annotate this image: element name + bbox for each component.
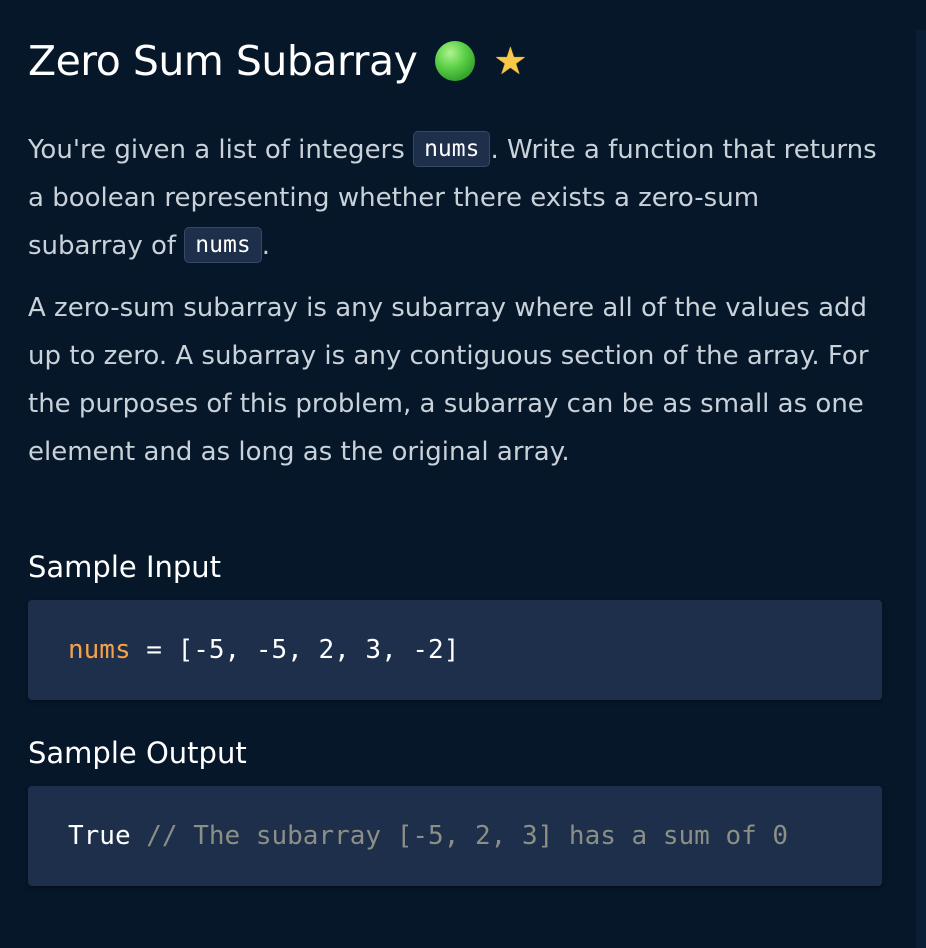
sample-input-section: Sample Input nums = [-5, -5, 2, 3, -2] — [28, 550, 926, 700]
inline-code: nums — [413, 131, 491, 167]
sample-output-code: True // The subarray [-5, 2, 3] has a su… — [28, 786, 882, 886]
description-text: . — [261, 231, 270, 261]
code-value: [-5, -5, 2, 3, -2] — [177, 635, 460, 665]
sample-input-heading: Sample Input — [28, 550, 222, 584]
star-icon[interactable]: ★ — [493, 42, 527, 80]
problem-page: Zero Sum Subarray ★ You're given a list … — [0, 30, 926, 948]
sample-input-code: nums = [-5, -5, 2, 3, -2] — [28, 600, 882, 700]
description-text: You're given a list of integers — [28, 135, 414, 165]
scrollbar-track[interactable] — [916, 30, 926, 948]
sample-output-section: Sample Output True // The subarray [-5, … — [28, 736, 926, 886]
code-operator: = — [130, 635, 178, 665]
inline-code: nums — [184, 227, 262, 263]
sample-output-heading: Sample Output — [28, 736, 247, 770]
problem-title: Zero Sum Subarray — [28, 37, 418, 85]
code-comment: // The subarray [-5, 2, 3] has a sum of … — [130, 821, 789, 851]
title-row: Zero Sum Subarray ★ — [28, 30, 926, 92]
problem-description: You're given a list of integers nums. Wr… — [28, 126, 878, 476]
code-variable: nums — [68, 635, 131, 665]
description-paragraph-2: A zero-sum subarray is any subarray wher… — [28, 293, 869, 467]
green-circle-icon — [435, 41, 476, 81]
code-value: True — [68, 821, 131, 851]
description-paragraph-1: You're given a list of integers nums. Wr… — [28, 126, 878, 270]
